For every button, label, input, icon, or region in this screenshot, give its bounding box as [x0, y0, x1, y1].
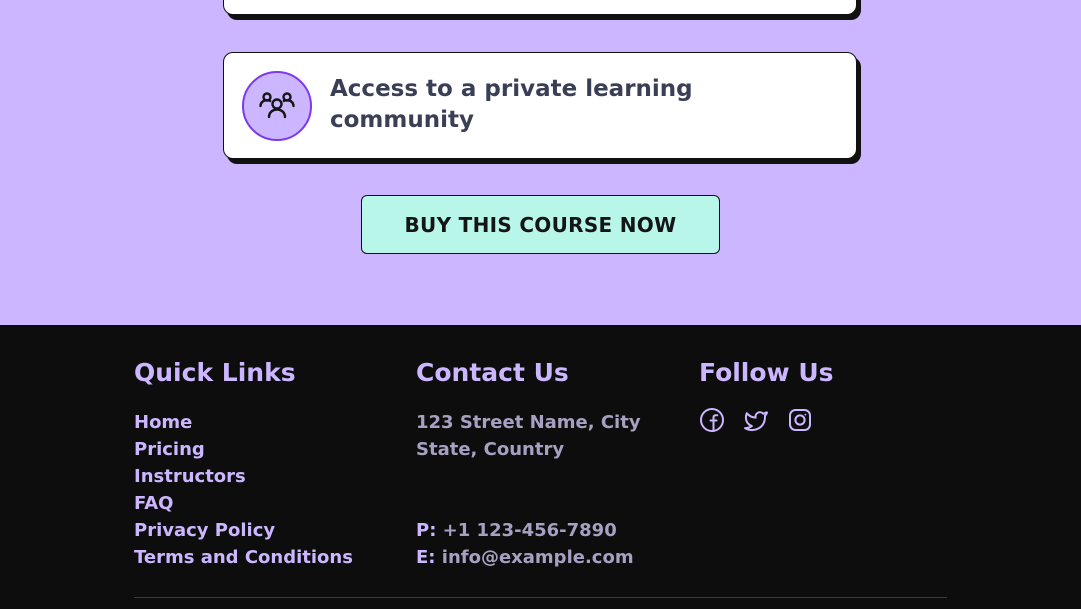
community-icon — [242, 71, 312, 141]
facebook-icon[interactable] — [699, 407, 725, 433]
follow-column: Follow Us — [699, 357, 949, 432]
quick-links-heading: Quick Links — [134, 358, 296, 387]
footer-divider — [134, 597, 947, 598]
email-line: E: info@example.com — [416, 544, 634, 571]
address: 123 Street Name, City State, Country — [416, 409, 641, 463]
address-line-1: 123 Street Name, City — [416, 412, 641, 433]
phone-link[interactable]: +1 123-456-7890 — [443, 520, 617, 541]
footer-link-terms[interactable]: Terms and Conditions — [134, 544, 353, 571]
footer-link-privacy-policy[interactable]: Privacy Policy — [134, 517, 353, 544]
footer: Quick Links Home Pricing Instructors FAQ… — [0, 325, 1081, 609]
buy-course-button[interactable]: BUY THIS COURSE NOW — [361, 195, 720, 254]
twitter-icon[interactable] — [743, 407, 769, 433]
page: Access to a private learning community B… — [0, 0, 1081, 609]
footer-link-pricing[interactable]: Pricing — [134, 436, 353, 463]
phone-line: P: +1 123-456-7890 — [416, 517, 617, 544]
phone-label: P: — [416, 520, 437, 541]
email-label: E: — [416, 547, 436, 568]
email-link[interactable]: info@example.com — [442, 547, 634, 568]
quick-links-list: Home Pricing Instructors FAQ Privacy Pol… — [134, 409, 353, 571]
footer-link-home[interactable]: Home — [134, 409, 353, 436]
feature-card: Access to a private learning community — [223, 52, 857, 159]
footer-link-faq[interactable]: FAQ — [134, 490, 353, 517]
instagram-icon[interactable] — [787, 407, 813, 433]
quick-links-column: Quick Links Home Pricing Instructors FAQ… — [134, 357, 404, 568]
feature-text: Access to a private learning community — [330, 76, 693, 133]
contact-column: Contact Us 123 Street Name, City State, … — [416, 357, 686, 568]
contact-heading: Contact Us — [416, 358, 569, 387]
social-links — [699, 407, 813, 433]
hero-section: Access to a private learning community B… — [0, 0, 1081, 325]
follow-heading: Follow Us — [699, 358, 834, 387]
address-line-2: State, Country — [416, 439, 565, 460]
feature-card-previous — [223, 0, 857, 15]
footer-link-instructors[interactable]: Instructors — [134, 463, 353, 490]
